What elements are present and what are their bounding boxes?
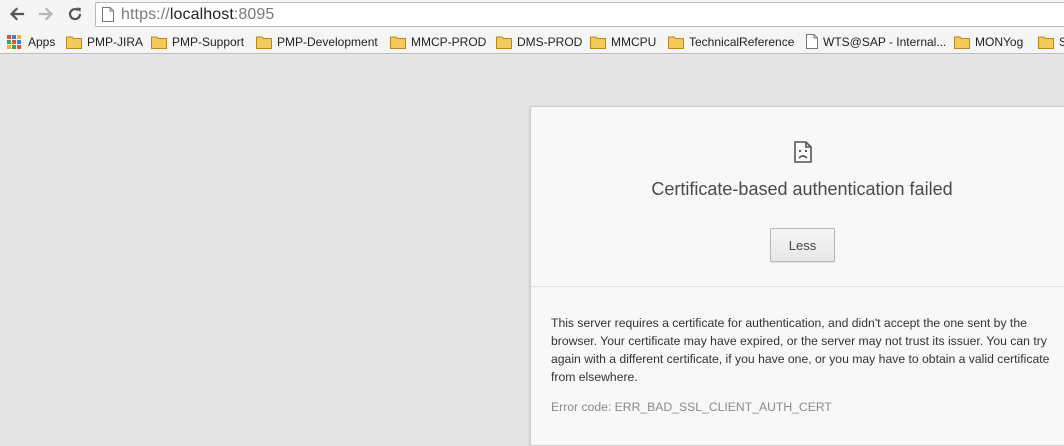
error-details: This server requires a certificate for a… [551, 316, 1050, 384]
bookmark-label: Apps [28, 34, 56, 49]
back-button[interactable] [6, 3, 28, 25]
bookmark-label: S [1059, 35, 1064, 49]
bookmarks-bar: Apps PMP-JIRA PMP-Support PMP-Developmen… [0, 29, 1064, 54]
bookmark-folder[interactable]: MMCP-PROD [390, 29, 487, 53]
apps-grid-dot [7, 44, 11, 49]
bookmark-folder[interactable]: PMP-JIRA [66, 29, 144, 53]
folder-icon [66, 36, 82, 49]
bookmark-label: PMP-Support [172, 34, 245, 49]
bookmark-label: PMP-JIRA [87, 34, 144, 49]
bookmark-label: PMP-Development [277, 34, 378, 49]
forward-arrow-icon [38, 7, 54, 21]
url-text: https://localhost:8095 [121, 6, 274, 24]
back-arrow-icon [9, 7, 25, 21]
apps-grid-dot [17, 34, 21, 39]
url-scheme: https:// [121, 5, 170, 23]
page-icon [806, 34, 818, 49]
page-icon [102, 7, 114, 22]
bookmark-label: MONYog [975, 34, 1024, 49]
bookmark-label: TechnicalReference [689, 34, 795, 49]
bookmark-folder[interactable]: MONYog [954, 29, 1024, 53]
reload-icon [68, 7, 82, 21]
folder-icon [1038, 36, 1054, 49]
bookmark-label: MMCPU [611, 34, 657, 49]
bookmark-folder[interactable]: TechnicalReference [668, 29, 795, 53]
bookmark-apps[interactable]: Apps [7, 29, 56, 53]
bookmark-folder[interactable]: PMP-Support [151, 29, 245, 53]
sad-page-icon [794, 141, 812, 163]
error-title: Certificate-based authentication failed [651, 179, 953, 199]
apps-grid-icon [7, 34, 21, 49]
reload-button[interactable] [64, 3, 86, 25]
bookmark-label: WTS@SAP - Internal... [823, 34, 947, 49]
folder-icon [390, 36, 406, 49]
folder-icon [954, 36, 970, 49]
url-port: :8095 [233, 5, 275, 23]
bookmark-folder[interactable]: DMS-PROD [496, 29, 583, 53]
error-summary: Certificate-based authentication failed … [531, 107, 1064, 287]
folder-icon [256, 36, 272, 49]
url-host: localhost [169, 5, 234, 23]
folder-icon [668, 36, 684, 49]
bookmark-folder[interactable]: S [1038, 29, 1064, 53]
bookmark-folder[interactable]: MMCPU [590, 29, 657, 53]
apps-grid-dot [7, 34, 11, 39]
address-bar[interactable]: https://localhost:8095 [95, 2, 1064, 27]
folder-icon [496, 36, 512, 49]
apps-grid-dot [12, 44, 16, 49]
bookmark-label: DMS-PROD [517, 34, 583, 49]
apps-grid-dot [12, 34, 16, 39]
folder-icon [590, 36, 606, 49]
apps-grid-dot [7, 39, 11, 44]
bookmark-folder[interactable]: PMP-Development [256, 29, 378, 53]
apps-grid-dot [17, 39, 21, 44]
browser-toolbar: https://localhost:8095 [0, 0, 1064, 29]
bookmark-page[interactable]: WTS@SAP - Internal... [806, 29, 947, 53]
apps-grid-dot [17, 44, 21, 49]
less-button[interactable]: Less [770, 228, 835, 262]
folder-icon [151, 36, 167, 49]
bookmark-label: MMCP-PROD [411, 34, 487, 49]
error-code: Error code: ERR_BAD_SSL_CLIENT_AUTH_CERT [551, 400, 832, 414]
forward-button[interactable] [35, 3, 57, 25]
apps-grid-dot [12, 39, 16, 44]
error-card: Certificate-based authentication failed … [530, 106, 1064, 446]
